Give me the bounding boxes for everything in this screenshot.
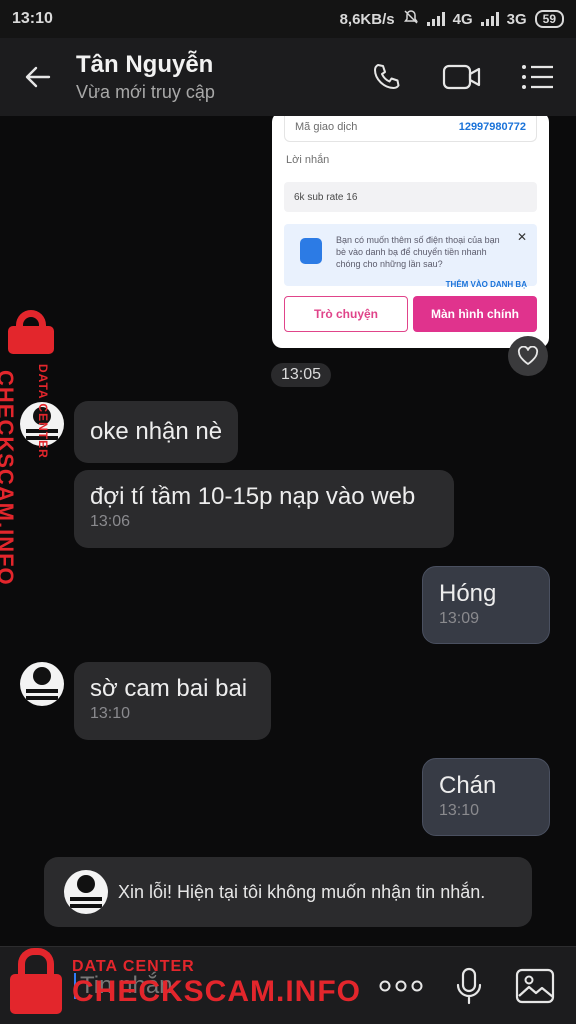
message-bubble-outgoing[interactable]: Hóng 13:09 bbox=[422, 566, 550, 644]
battery-indicator: 59 bbox=[534, 10, 564, 28]
network-speed: 8,6KB/s bbox=[339, 10, 395, 28]
transaction-row: Mã giao dịch 12997980772 bbox=[284, 116, 537, 142]
react-button[interactable] bbox=[508, 336, 548, 376]
microphone-icon bbox=[456, 967, 482, 1005]
system-notice-text: Xin lỗi! Hiện tại tôi không muốn nhận ti… bbox=[118, 881, 486, 902]
image-icon bbox=[515, 968, 555, 1004]
back-button[interactable] bbox=[0, 38, 76, 116]
message-text: oke nhận nè bbox=[90, 418, 223, 445]
system-notice: Xin lỗi! Hiện tại tôi không muốn nhận ti… bbox=[44, 857, 532, 927]
back-arrow-icon bbox=[25, 66, 51, 88]
phone-icon bbox=[374, 64, 400, 89]
add-contact-banner: Bạn có muốn thêm số điện thoại của bạn b… bbox=[284, 224, 537, 289]
message-bubble-incoming[interactable]: sờ cam bai bai 13:10 bbox=[74, 662, 271, 740]
message-bubble-incoming[interactable]: oke nhận nè bbox=[74, 401, 239, 463]
message-text: sờ cam bai bai bbox=[90, 675, 248, 702]
voice-record-button[interactable] bbox=[442, 959, 496, 1013]
shared-image-message[interactable]: Mã giao dịch 12997980772 Lời nhắn 6k sub… bbox=[272, 116, 549, 348]
message-bubble-incoming[interactable]: đợi tí tầm 10-15p nạp vào web 13:06 bbox=[74, 470, 454, 548]
watermark-lock-icon bbox=[8, 948, 64, 1018]
message-time: 13:06 bbox=[90, 513, 131, 530]
message-text: Chán bbox=[439, 772, 497, 799]
transfer-message-label: Lời nhắn bbox=[286, 154, 330, 166]
watermark-bottom: DATA CENTER CHECKSCAM.INFO bbox=[72, 958, 361, 1008]
banner-text: Bạn có muốn thêm số điện thoại của bạn b… bbox=[336, 235, 500, 269]
last-seen-status: Vừa mới truy cập bbox=[76, 82, 215, 102]
more-options-button[interactable] bbox=[374, 959, 428, 1013]
chat-header: Tân Nguyễn Vừa mới truy cập bbox=[0, 38, 576, 116]
menu-icon bbox=[522, 65, 553, 89]
message-time: 13:09 bbox=[439, 610, 480, 627]
time-separator: 13:05 bbox=[271, 363, 332, 387]
close-icon: ✕ bbox=[516, 230, 527, 244]
message-text: Hóng bbox=[439, 580, 497, 607]
watermark-big-text: CHECKSCAM.INFO bbox=[0, 370, 18, 586]
signal-icon-2 bbox=[480, 12, 499, 26]
network-type-1: 4G bbox=[452, 10, 473, 28]
banner-link: THÊM VÀO DANH BẠ bbox=[445, 280, 527, 289]
heart-icon bbox=[517, 346, 539, 365]
screenshot-main-screen-button: Màn hình chính bbox=[413, 296, 537, 332]
message-bubble-outgoing[interactable]: Chán 13:10 bbox=[422, 758, 550, 836]
signal-icon bbox=[426, 12, 445, 26]
watermark-lock-icon bbox=[4, 310, 58, 356]
video-call-button[interactable] bbox=[424, 38, 500, 116]
contact-avatar[interactable] bbox=[20, 662, 64, 706]
contact-name: Tân Nguyễn bbox=[76, 51, 214, 78]
watermark-big-text: CHECKSCAM.INFO bbox=[72, 975, 361, 1008]
transfer-message-box: 6k sub rate 16 bbox=[284, 182, 537, 212]
video-camera-icon bbox=[442, 64, 481, 90]
screenshot-chat-button: Trò chuyện bbox=[284, 296, 408, 332]
send-image-button[interactable] bbox=[508, 959, 562, 1013]
chat-messages-area[interactable]: Mã giao dịch 12997980772 Lời nhắn 6k sub… bbox=[0, 116, 576, 946]
contact-avatar bbox=[64, 870, 108, 914]
status-time: 13:10 bbox=[12, 10, 53, 27]
silent-icon bbox=[403, 9, 419, 29]
message-time: 13:10 bbox=[439, 802, 480, 819]
watermark-small-text: DATA CENTER bbox=[36, 364, 50, 459]
watermark-small-text: DATA CENTER bbox=[72, 958, 195, 975]
status-bar: 13:10 8,6KB/s 4G 3G 59 bbox=[0, 0, 576, 38]
network-type-2: 3G bbox=[506, 10, 527, 28]
contacts-book-icon bbox=[300, 238, 322, 264]
more-dots-icon bbox=[379, 980, 423, 992]
chat-options-button[interactable] bbox=[500, 38, 576, 116]
call-button[interactable] bbox=[348, 38, 424, 116]
message-time: 13:10 bbox=[90, 705, 131, 722]
transaction-label: Mã giao dịch bbox=[295, 120, 358, 133]
watermark-vertical: CHECKSCAM.INFO DATA CENTER bbox=[0, 364, 50, 590]
chat-title-block[interactable]: Tân Nguyễn Vừa mới truy cập bbox=[76, 50, 348, 104]
transaction-value: 12997980772 bbox=[458, 120, 526, 133]
message-text: đợi tí tầm 10-15p nạp vào web bbox=[90, 483, 416, 510]
